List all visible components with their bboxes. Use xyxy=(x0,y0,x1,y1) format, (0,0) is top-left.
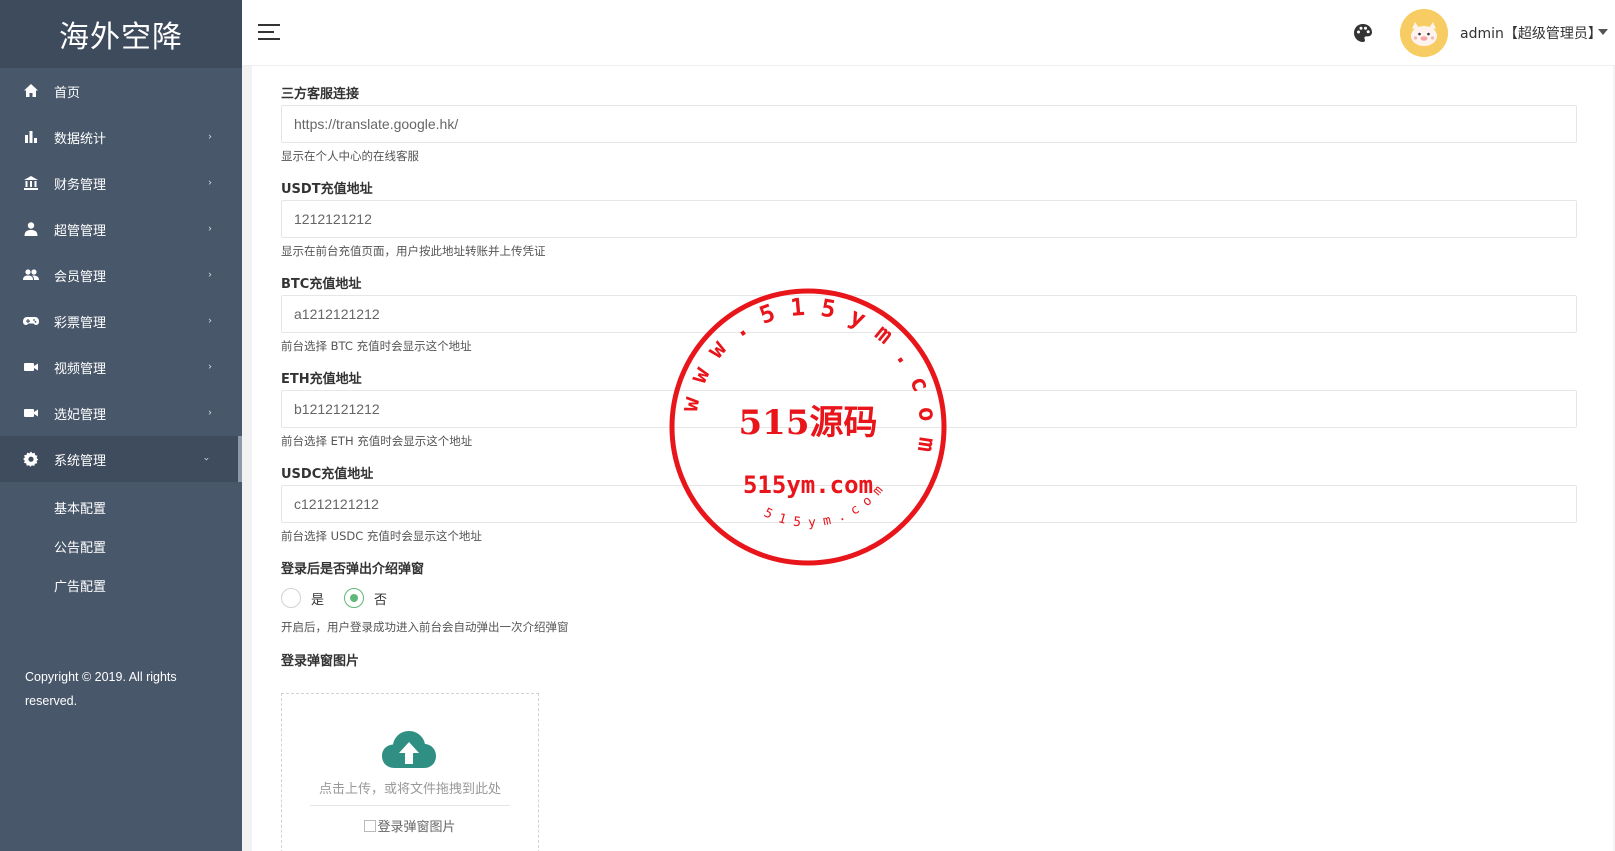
video-icon xyxy=(22,405,40,421)
usdt-address-help: 显示在前台充值页面，用户按此地址转账并上传凭证 xyxy=(281,244,546,258)
chevron-right-icon: › xyxy=(208,361,212,373)
sidebar-item-videos[interactable]: 视频管理 › xyxy=(0,344,242,390)
image-upload-dropzone[interactable]: 点击上传，或将文件拖拽到此处 登录弹窗图片 xyxy=(281,693,539,851)
broken-image-icon xyxy=(364,820,377,832)
sidebar-item-members[interactable]: 会员管理 › xyxy=(0,252,242,298)
login-popup-radio-group: 是 否 xyxy=(281,588,481,610)
sidebar: 海外空降 首页 数据统计 › 财务管理 › 超管管理 › 会员管理 › 彩票管理… xyxy=(0,0,242,851)
chevron-right-icon: › xyxy=(208,407,212,419)
cloud-upload-icon xyxy=(382,731,436,768)
customer-service-link-input[interactable] xyxy=(281,105,1577,143)
avatar[interactable] xyxy=(1400,9,1448,57)
system-submenu: 基本配置 公告配置 广告配置 xyxy=(0,482,242,605)
radio-yes[interactable]: 是 xyxy=(281,588,324,608)
btc-address-label: BTC充值地址 xyxy=(281,277,362,292)
bar-chart-icon xyxy=(22,129,40,145)
radio-yes-label: 是 xyxy=(311,592,325,608)
sidebar-item-home[interactable]: 首页 xyxy=(0,68,242,114)
chevron-right-icon: › xyxy=(208,315,212,327)
sidebar-item-label: 系统管理 xyxy=(54,453,107,469)
sidebar-item-label: 数据统计 xyxy=(54,131,107,147)
brand-title: 海外空降 xyxy=(0,0,242,68)
copyright-text: Copyright © 2019. All rights reserved. xyxy=(25,670,177,708)
login-popup-help: 开启后，用户登录成功进入前台会自动弹出一次介绍弹窗 xyxy=(281,620,569,634)
image-alt-label: 登录弹窗图片 xyxy=(377,820,456,835)
sidebar-item-label: 视频管理 xyxy=(54,361,107,377)
chevron-right-icon: › xyxy=(208,223,212,235)
submenu-item-notice-config[interactable]: 公告配置 xyxy=(0,527,242,566)
btc-address-input[interactable] xyxy=(281,295,1577,333)
usdt-address-input[interactable] xyxy=(281,200,1577,238)
submenu-item-ad-config[interactable]: 广告配置 xyxy=(0,566,242,605)
settings-form: 三方客服连接 显示在个人中心的在线客服 USDT充值地址 显示在前台充值页面，用… xyxy=(252,66,1615,851)
home-icon xyxy=(22,83,40,99)
user-menu-label[interactable]: admin【超级管理员】 xyxy=(1460,23,1602,43)
usdc-address-help: 前台选择 USDC 充值时会显示这个地址 xyxy=(281,529,482,543)
bank-icon xyxy=(22,175,40,191)
btc-address-help: 前台选择 BTC 充值时会显示这个地址 xyxy=(281,339,472,353)
sidebar-item-label: 财务管理 xyxy=(54,177,107,193)
sidebar-item-label: 彩票管理 xyxy=(54,315,107,331)
chevron-right-icon: › xyxy=(208,177,212,189)
eth-address-label: ETH充值地址 xyxy=(281,372,362,387)
radio-circle-icon xyxy=(281,588,301,608)
chevron-down-icon: › xyxy=(200,457,212,461)
caret-down-icon[interactable] xyxy=(1598,29,1608,35)
radio-no-label: 否 xyxy=(374,592,388,608)
radio-checked-icon xyxy=(344,588,364,608)
sidebar-item-stats[interactable]: 数据统计 › xyxy=(0,114,242,160)
usdc-address-input[interactable] xyxy=(281,485,1577,523)
video-icon xyxy=(22,359,40,375)
top-header: admin【超级管理员】 xyxy=(242,0,1615,66)
chevron-right-icon: › xyxy=(208,131,212,143)
upload-hint-text: 点击上传，或将文件拖拽到此处 xyxy=(318,782,501,797)
upload-divider xyxy=(310,805,510,806)
submenu-item-basic-config[interactable]: 基本配置 xyxy=(0,488,242,527)
gear-icon xyxy=(22,451,40,467)
chevron-right-icon: › xyxy=(208,269,212,281)
sidebar-item-label: 选妃管理 xyxy=(54,407,107,423)
login-popup-label: 登录后是否弹出介绍弹窗 xyxy=(281,562,425,577)
customer-service-link-label: 三方客服连接 xyxy=(281,87,360,102)
sidebar-item-finance[interactable]: 财务管理 › xyxy=(0,160,242,206)
usdt-address-label: USDT充值地址 xyxy=(281,182,373,197)
sidebar-item-label: 首页 xyxy=(54,85,81,101)
eth-address-input[interactable] xyxy=(281,390,1577,428)
sidebar-item-superadmin[interactable]: 超管管理 › xyxy=(0,206,242,252)
palette-icon[interactable] xyxy=(1352,22,1374,44)
radio-no[interactable]: 否 xyxy=(344,588,387,608)
login-popup-image-label: 登录弹窗图片 xyxy=(281,654,360,669)
users-icon xyxy=(22,267,40,283)
customer-service-link-help: 显示在个人中心的在线客服 xyxy=(281,149,419,163)
broken-image-alt-text: 登录弹窗图片 xyxy=(282,816,538,835)
sidebar-item-system[interactable]: 系统管理 › xyxy=(0,436,242,482)
sidebar-item-label: 会员管理 xyxy=(54,269,107,285)
usdc-address-label: USDC充值地址 xyxy=(281,467,374,482)
user-icon xyxy=(22,221,40,237)
sidebar-item-lottery[interactable]: 彩票管理 › xyxy=(0,298,242,344)
gamepad-icon xyxy=(22,313,40,329)
sidebar-item-selection[interactable]: 选妃管理 › xyxy=(0,390,242,436)
eth-address-help: 前台选择 ETH 充值时会显示这个地址 xyxy=(281,434,473,448)
sidebar-item-label: 超管管理 xyxy=(54,223,107,239)
menu-toggle-icon[interactable] xyxy=(258,24,280,42)
